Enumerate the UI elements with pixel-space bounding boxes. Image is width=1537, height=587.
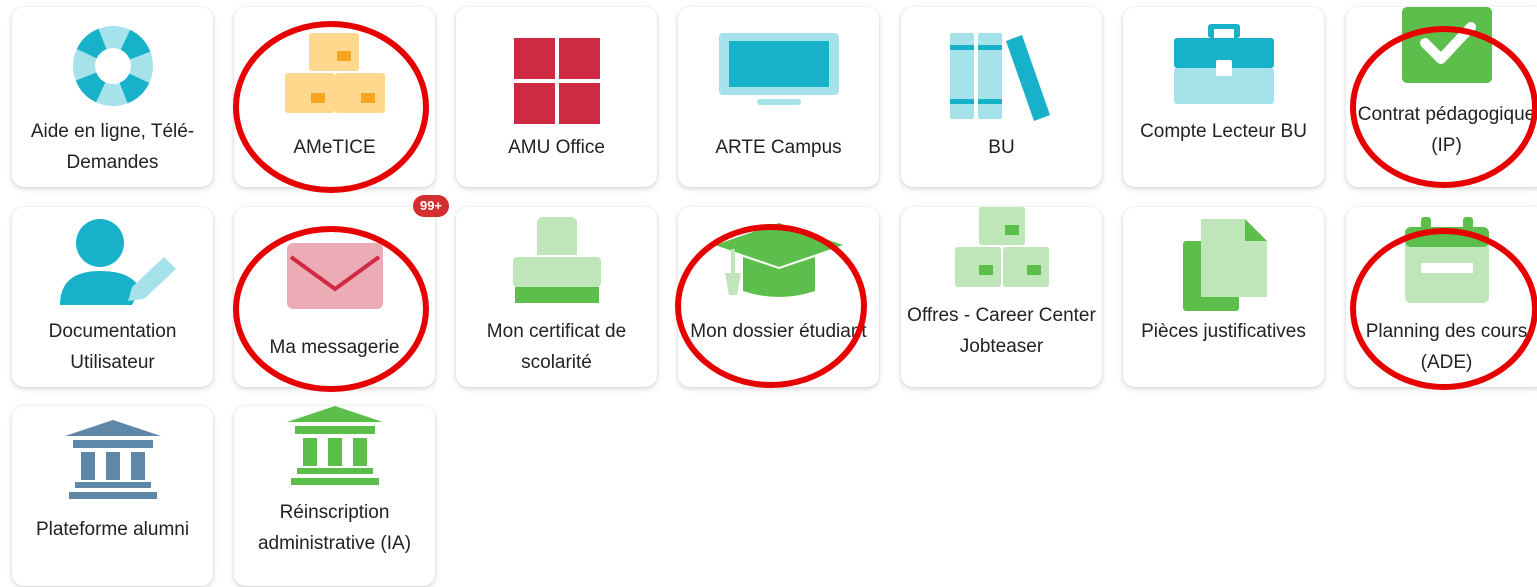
app-label: AMeTICE	[293, 137, 376, 158]
app-tile-mon-dossier-etudiant[interactable]: Mon dossier étudiant	[678, 207, 879, 387]
app-label: Planning des cours (ADE)	[1365, 321, 1528, 373]
app-tile-contrat-pedagogique[interactable]: Contrat pédagogique (IP)	[1346, 7, 1537, 187]
app-label: BU	[988, 137, 1015, 158]
institution-icon	[12, 420, 213, 500]
app-tile-ametice[interactable]: AMeTICE	[234, 7, 435, 187]
app-label: Contrat pédagogique (IP)	[1357, 104, 1536, 156]
graduation-cap-icon	[678, 223, 879, 299]
app-label: AMU Office	[508, 137, 605, 158]
app-tile-documentation-utilisateur[interactable]: Documentation Utilisateur	[12, 207, 213, 387]
app-label: Aide en ligne, Télé-Demandes	[30, 121, 195, 173]
office-grid-icon	[456, 38, 657, 124]
boxes-icon	[901, 207, 1102, 289]
app-tile-amu-office[interactable]: AMU Office	[456, 7, 657, 187]
app-tile-pieces-justificatives[interactable]: Pièces justificatives	[1123, 207, 1324, 387]
app-label: Réinscription administrative (IA)	[257, 502, 412, 554]
app-label: Pièces justificatives	[1141, 321, 1306, 342]
app-tile-ma-messagerie[interactable]: Ma messagerie	[234, 207, 435, 387]
app-label: Offres - Career Center Jobteaser	[907, 305, 1096, 357]
unread-badge: 99+	[413, 195, 449, 217]
institution-icon	[234, 406, 435, 486]
lifebuoy-icon	[12, 25, 213, 107]
app-label: Ma messagerie	[269, 337, 400, 358]
documents-icon	[1123, 219, 1324, 311]
app-label: Mon dossier étudiant	[690, 321, 867, 342]
calendar-icon	[1346, 217, 1537, 305]
app-tile-plateforme-alumni[interactable]: Plateforme alumni	[12, 406, 213, 586]
app-tile-aide-en-ligne[interactable]: Aide en ligne, Télé-Demandes	[12, 7, 213, 187]
user-edit-icon	[12, 217, 213, 307]
app-label: Compte Lecteur BU	[1140, 121, 1307, 142]
app-label: Mon certificat de scolarité	[486, 321, 627, 373]
books-icon	[901, 33, 1102, 123]
app-label: Documentation Utilisateur	[48, 321, 177, 373]
app-tile-arte-campus[interactable]: ARTE Campus	[678, 7, 879, 187]
app-label: ARTE Campus	[715, 137, 842, 158]
stamp-icon	[456, 217, 657, 305]
app-tile-reinscription[interactable]: Réinscription administrative (IA)	[234, 406, 435, 586]
app-tile-compte-lecteur-bu[interactable]: Compte Lecteur BU	[1123, 7, 1324, 187]
checkmark-icon	[1346, 7, 1537, 83]
boxes-icon	[234, 29, 435, 119]
envelope-icon	[234, 243, 435, 309]
app-label: Plateforme alumni	[35, 519, 190, 540]
toolbox-icon	[1123, 24, 1324, 106]
app-tile-mon-certificat[interactable]: Mon certificat de scolarité	[456, 207, 657, 387]
monitor-icon	[678, 33, 879, 109]
app-tile-planning-des-cours[interactable]: Planning des cours (ADE)	[1346, 207, 1537, 387]
app-tile-bu[interactable]: BU	[901, 7, 1102, 187]
app-tile-offres-career-center[interactable]: Offres - Career Center Jobteaser	[901, 207, 1102, 387]
